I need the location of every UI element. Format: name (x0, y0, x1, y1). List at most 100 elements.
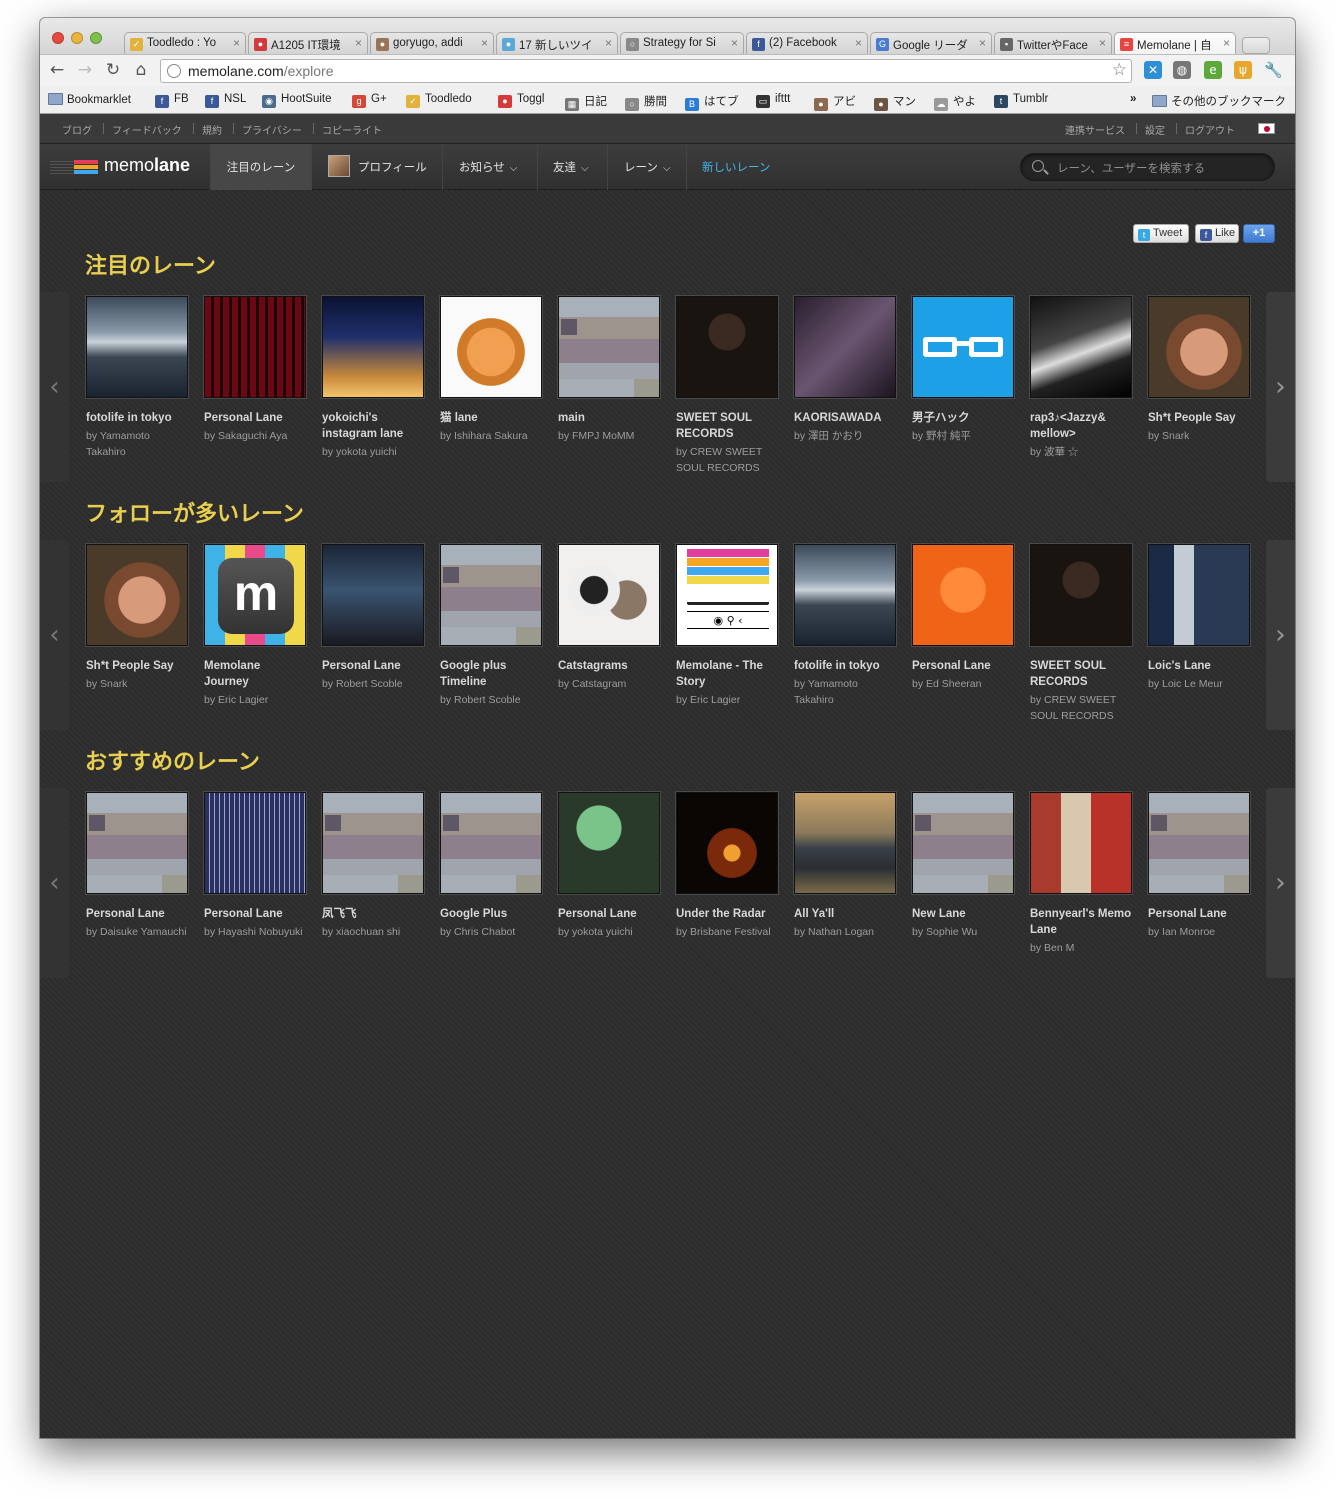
lane-author[interactable]: by Yamamoto Takahiro (794, 676, 896, 708)
lane-title[interactable]: Memolane Journey (204, 658, 306, 690)
lane-thumbnail[interactable] (440, 792, 542, 894)
tab-close-icon[interactable]: × (355, 36, 362, 50)
lane-thumbnail[interactable] (912, 544, 1014, 646)
lane-card[interactable]: Loic's Lane by Loic Le Meur (1148, 544, 1250, 692)
facebook-like-button[interactable]: f Like (1195, 224, 1239, 243)
zoom-window-icon[interactable] (90, 32, 102, 44)
bookmark--[interactable]: ○ 勝間 (625, 93, 667, 111)
bookmark-ifttt[interactable]: ▭ ifttt (756, 93, 790, 108)
lane-title[interactable]: rap3♪<Jazzy& mellow> (1030, 410, 1132, 442)
lane-thumbnail[interactable] (558, 792, 660, 894)
minimize-window-icon[interactable] (71, 32, 83, 44)
lane-author[interactable]: by Eric Lagier (204, 692, 306, 708)
lane-card[interactable]: fotolife in tokyo by Yamamoto Takahiro (794, 544, 896, 708)
lane-title[interactable]: Catstagrams (558, 658, 660, 674)
bookmark-g-[interactable]: g G+ (352, 93, 387, 108)
new-tab-button[interactable] (1242, 37, 1270, 54)
lane-author[interactable]: by 澤田 かおり (794, 428, 896, 444)
lane-author[interactable]: by Ishihara Sakura (440, 428, 542, 444)
lane-card[interactable]: 凤飞飞 by xiaochuan shi (322, 792, 424, 940)
lane-thumbnail[interactable] (1148, 792, 1250, 894)
lane-thumbnail[interactable] (1030, 296, 1132, 398)
lane-thumbnail[interactable] (558, 544, 660, 646)
lane-thumbnail[interactable] (912, 296, 1014, 398)
lane-card[interactable]: Google Plus by Chris Chabot (440, 792, 542, 940)
extension-x-icon[interactable]: ✕ (1144, 61, 1162, 79)
lane-thumbnail[interactable] (1148, 544, 1250, 646)
browser-tab[interactable]: ✓ Toodledo : Yo × (124, 32, 246, 56)
utility-link[interactable]: フィードバック (112, 122, 182, 137)
extension-globe-icon[interactable]: ◍ (1173, 61, 1191, 79)
lane-title[interactable]: SWEET SOUL RECORDS (676, 410, 778, 442)
utility-link[interactable]: プライバシー (242, 122, 302, 137)
lane-card[interactable]: Under the Radar by Brisbane Festival (676, 792, 778, 940)
browser-tab[interactable]: ▪ TwitterやFace × (994, 32, 1112, 56)
lane-author[interactable]: by Brisbane Festival (676, 924, 778, 940)
lane-title[interactable]: 凤飞飞 (322, 906, 424, 922)
lane-author[interactable]: by Snark (1148, 428, 1250, 444)
lane-card[interactable]: KAORISAWADA by 澤田 かおり (794, 296, 896, 444)
lane-thumbnail[interactable] (558, 296, 660, 398)
carousel-prev-button[interactable]: ‹ (40, 540, 69, 730)
lane-title[interactable]: fotolife in tokyo (86, 410, 188, 426)
lane-card[interactable]: main by FMPJ MoMM (558, 296, 660, 444)
address-bar[interactable]: memolane.com/explore ☆ (160, 59, 1132, 83)
lane-card[interactable]: Sh*t People Say by Snark (86, 544, 188, 692)
bookmark-bookmarklet[interactable]: Bookmarklet (48, 93, 131, 106)
lane-card[interactable]: Catstagrams by Catstagram (558, 544, 660, 692)
lane-card[interactable]: Personal Lane by Ian Monroe (1148, 792, 1250, 940)
tab-close-icon[interactable]: × (233, 36, 240, 50)
lane-card[interactable]: 男子ハック by 野村 純平 (912, 296, 1014, 444)
lane-author[interactable]: by Robert Scoble (322, 676, 424, 692)
lane-title[interactable]: SWEET SOUL RECORDS (1030, 658, 1132, 690)
bookmark--[interactable]: ● マン (874, 93, 916, 111)
lane-card[interactable]: fotolife in tokyo by Yamamoto Takahiro (86, 296, 188, 460)
tab-close-icon[interactable]: × (481, 36, 488, 50)
lane-card[interactable]: 猫 lane by Ishihara Sakura (440, 296, 542, 444)
lane-author[interactable]: by Hayashi Nobuyuki (204, 924, 306, 940)
lane-card[interactable]: Google plus Timeline by Robert Scoble (440, 544, 542, 708)
browser-tab[interactable]: f (2) Facebook × (746, 32, 868, 56)
lane-author[interactable]: by Loic Le Meur (1148, 676, 1250, 692)
lane-card[interactable]: yokoichi's instagram lane by yokota yuich… (322, 296, 424, 460)
lane-author[interactable]: by Chris Chabot (440, 924, 542, 940)
lane-author[interactable]: by Ian Monroe (1148, 924, 1250, 940)
bookmark-toodledo[interactable]: ✓ Toodledo (406, 93, 472, 108)
utility-link[interactable]: 連携サービス (1065, 122, 1125, 137)
carousel-prev-button[interactable]: ‹ (40, 292, 69, 482)
utility-link[interactable]: ブログ (62, 122, 92, 137)
lane-author[interactable]: by Ed Sheeran (912, 676, 1014, 692)
home-icon[interactable]: ⌂ (130, 59, 152, 81)
lane-thumbnail[interactable] (204, 296, 306, 398)
lane-author[interactable]: by Daisuke Yamauchi (86, 924, 188, 940)
lane-thumbnail[interactable] (86, 544, 188, 646)
tab-close-icon[interactable]: × (979, 36, 986, 50)
nav-lanes[interactable]: レーン ⌵ (624, 144, 671, 190)
lane-thumbnail[interactable] (1030, 792, 1132, 894)
browser-tab[interactable]: ○ Strategy for Si × (620, 32, 744, 56)
lane-title[interactable]: 猫 lane (440, 410, 542, 426)
tab-close-icon[interactable]: × (731, 36, 738, 50)
bookmark--[interactable]: B はてブ (685, 93, 739, 111)
lane-title[interactable]: Personal Lane (1148, 906, 1250, 922)
lane-title[interactable]: Google Plus (440, 906, 542, 922)
search-input[interactable]: レーン、ユーザーを検索する (1020, 153, 1275, 181)
lane-card[interactable]: Personal Lane by Robert Scoble (322, 544, 424, 692)
tab-close-icon[interactable]: × (605, 36, 612, 50)
lane-card[interactable]: Personal Lane by Daisuke Yamauchi (86, 792, 188, 940)
evernote-icon[interactable]: e (1204, 61, 1222, 79)
lane-title[interactable]: All Ya'll (794, 906, 896, 922)
bookmark-hootsuite[interactable]: ◉ HootSuite (262, 93, 332, 108)
japan-flag-icon[interactable] (1258, 123, 1275, 134)
lane-thumbnail[interactable] (86, 792, 188, 894)
lane-title[interactable]: 男子ハック (912, 410, 1014, 426)
nav-friends[interactable]: 友達 ⌵ (553, 144, 589, 190)
back-icon[interactable]: ← (46, 59, 68, 81)
lane-card[interactable]: SWEET SOUL RECORDS by CREW SWEET SOUL REC… (1030, 544, 1132, 724)
lane-thumbnail[interactable] (322, 792, 424, 894)
lane-thumbnail[interactable] (1030, 544, 1132, 646)
lane-author[interactable]: by Sophie Wu (912, 924, 1014, 940)
lane-title[interactable]: yokoichi's instagram lane (322, 410, 424, 442)
lane-author[interactable]: by yokota yuichi (558, 924, 660, 940)
lane-card[interactable]: Personal Lane by Hayashi Nobuyuki (204, 792, 306, 940)
